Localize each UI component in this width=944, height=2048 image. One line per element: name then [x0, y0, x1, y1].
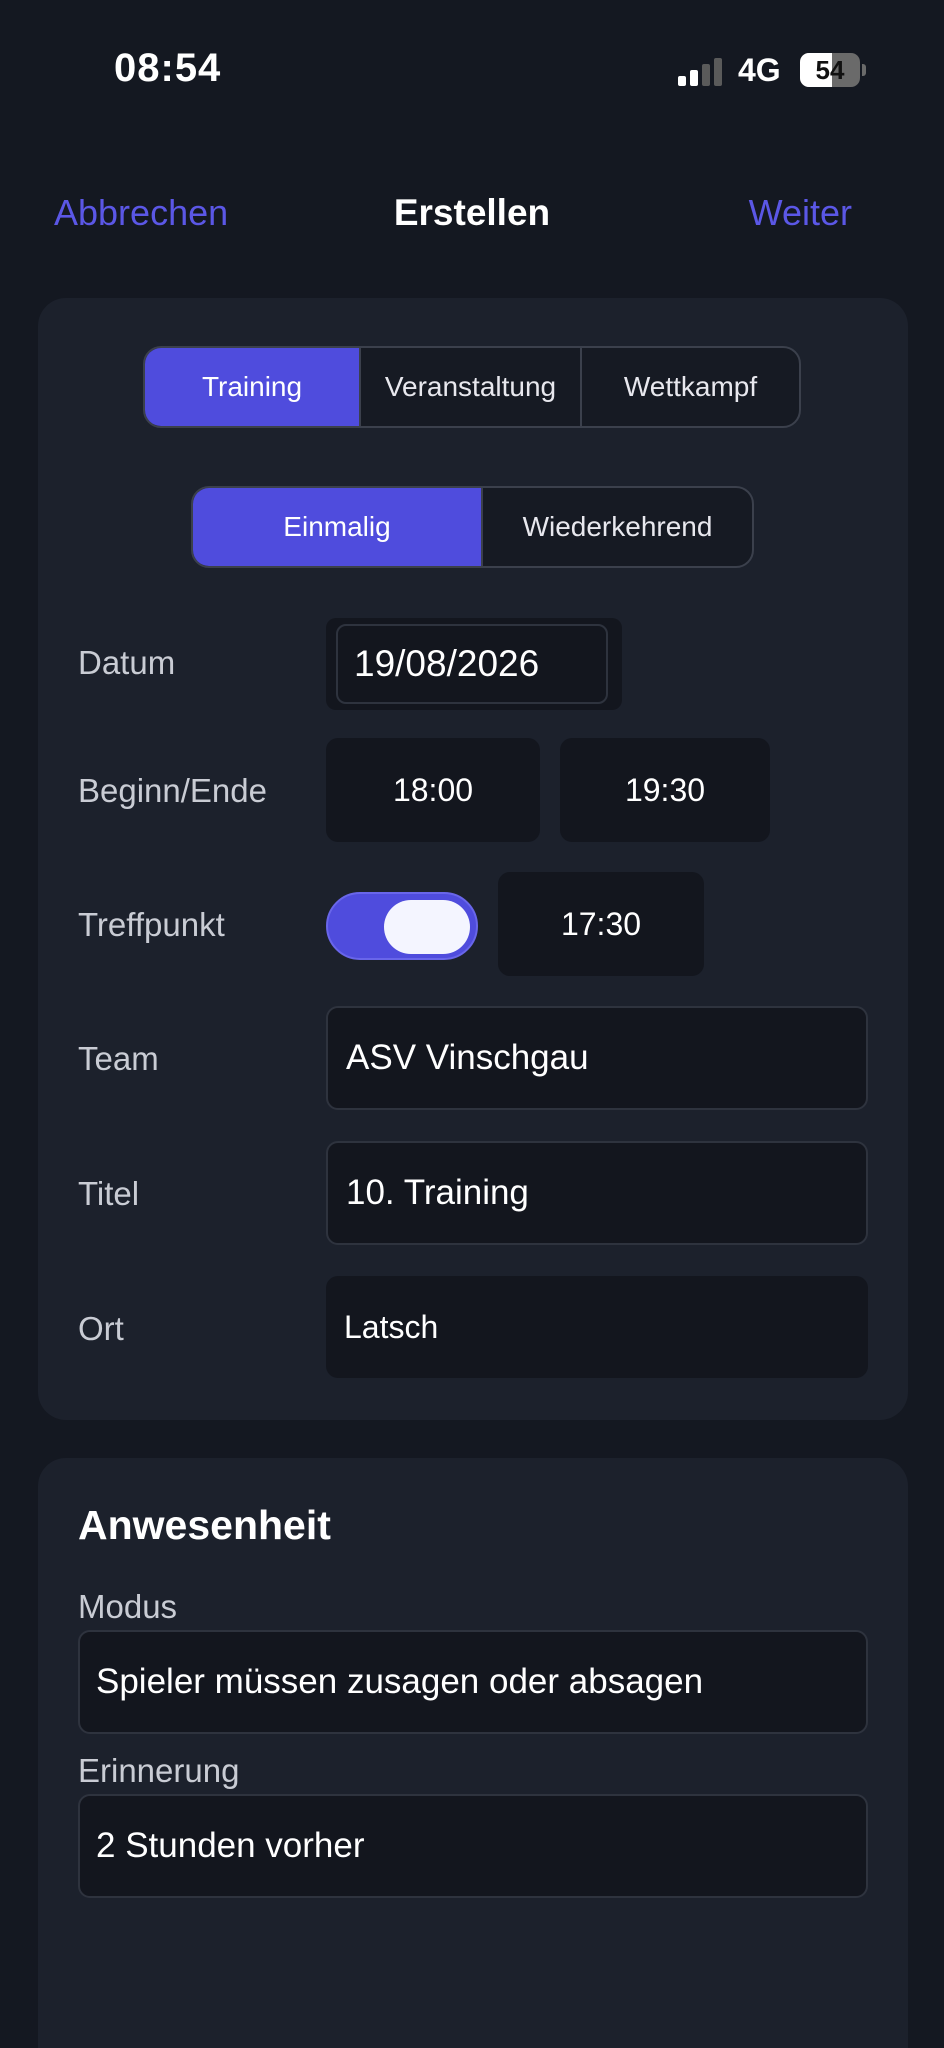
mode-label: Modus — [78, 1588, 178, 1625]
segment-wettkampf[interactable]: Wettkampf — [582, 348, 799, 426]
segment-einmalig[interactable]: Einmalig — [193, 488, 483, 566]
date-field[interactable]: 19/08/2026 — [336, 624, 608, 704]
meeting-point-toggle[interactable] — [326, 892, 478, 960]
reminder-select[interactable]: 2 Stunden vorher — [78, 1794, 868, 1898]
date-label: Datum — [78, 644, 176, 681]
meeting-point-label: Treffpunkt — [78, 906, 225, 943]
status-time: 08:54 — [114, 46, 222, 90]
end-time-field[interactable]: 19:30 — [560, 738, 770, 842]
team-label: Team — [78, 1040, 159, 1077]
next-button[interactable]: Weiter — [749, 192, 852, 234]
frequency-segmented-control: Einmalig Wiederkehrend — [191, 486, 754, 568]
toggle-knob — [384, 900, 470, 954]
segment-training[interactable]: Training — [145, 348, 361, 426]
mode-select[interactable]: Spieler müssen zusagen oder absagen — [78, 1630, 868, 1734]
segment-wiederkehrend[interactable]: Wiederkehrend — [483, 488, 752, 566]
title-field[interactable]: 10. Training — [326, 1141, 868, 1245]
meeting-time-field[interactable]: 17:30 — [498, 872, 704, 976]
title-label: Titel — [78, 1175, 140, 1212]
attendance-section-title: Anwesenheit — [78, 1502, 331, 1548]
team-field[interactable]: ASV Vinschgau — [326, 1006, 868, 1110]
status-bar: 08:54 4G 54 — [0, 0, 944, 140]
attendance-card: Anwesenheit Modus Spieler müssen zusagen… — [38, 1458, 908, 2048]
date-picker: 19/08/2026 — [326, 618, 622, 710]
location-label: Ort — [78, 1310, 124, 1347]
battery-percent: 54 — [815, 55, 845, 85]
reminder-label: Erinnerung — [78, 1752, 240, 1789]
start-time-field[interactable]: 18:00 — [326, 738, 540, 842]
cancel-button[interactable]: Abbrechen — [54, 192, 228, 234]
signal-bars-icon — [678, 58, 722, 86]
battery-icon: 54 — [800, 53, 866, 87]
location-field[interactable]: Latsch — [326, 1276, 868, 1378]
segment-veranstaltung[interactable]: Veranstaltung — [361, 348, 582, 426]
event-form-card: Training Veranstaltung Wettkampf Einmali… — [38, 298, 908, 1420]
network-type: 4G — [738, 52, 781, 88]
time-label: Beginn/Ende — [78, 772, 267, 809]
event-type-segmented-control: Training Veranstaltung Wettkampf — [143, 346, 801, 428]
